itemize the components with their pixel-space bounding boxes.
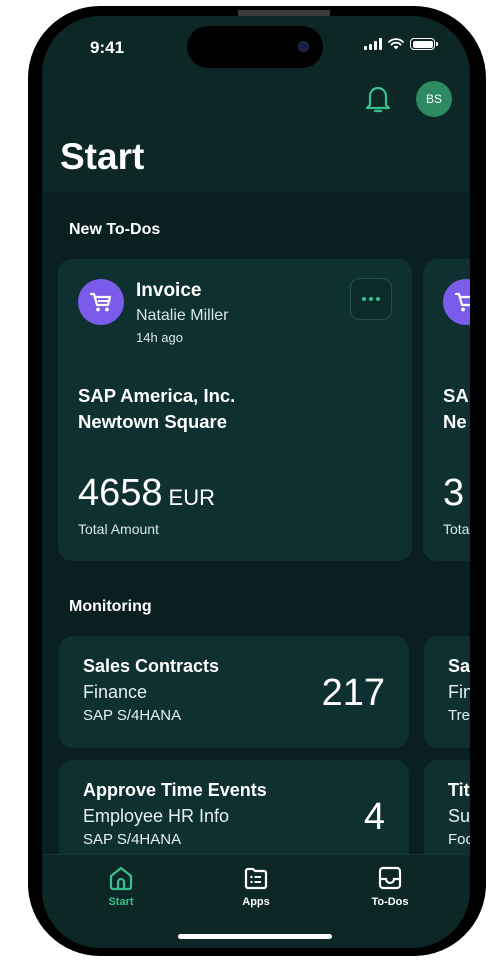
cart-badge (78, 279, 124, 325)
todo-card-invoice[interactable]: Invoice Natalie Miller 14h ago SAP Ameri… (58, 259, 412, 561)
tab-todos[interactable]: To-Dos (345, 865, 435, 908)
camera-icon (298, 41, 309, 52)
monitoring-source: Tre (448, 707, 470, 724)
amount-label: Total Amount (78, 521, 159, 537)
monitoring-count: 217 (321, 672, 385, 714)
monitoring-count: 4 (363, 796, 385, 838)
todo-title: Invoice (136, 280, 202, 301)
battery-icon (410, 38, 438, 50)
peek-company-line2: Ne (443, 411, 467, 432)
peek-company-line1: SA (443, 385, 469, 406)
monitoring-card-peek-1[interactable]: Sa Fin Tre (424, 636, 470, 748)
notification-bell-icon[interactable] (364, 84, 392, 114)
dynamic-island (187, 26, 323, 68)
signal-icon (364, 38, 382, 50)
peek-amount: 3 (443, 472, 465, 514)
todos-section-title: New To-Dos (69, 221, 161, 238)
shopping-cart-icon (454, 292, 470, 312)
app-screen: 9:41 BS Start New To-Dos Invoice Natalie… (42, 16, 470, 948)
tab-label: To-Dos (371, 896, 409, 908)
monitoring-title: Sales Contracts (83, 656, 220, 676)
tab-label: Apps (242, 896, 270, 908)
status-icons (364, 38, 438, 50)
user-avatar[interactable]: BS (416, 81, 452, 117)
monitoring-section-title: Monitoring (69, 598, 152, 615)
more-options-button[interactable] (350, 278, 392, 320)
home-indicator[interactable] (178, 934, 332, 939)
cart-badge (443, 279, 470, 325)
more-dot-icon (369, 297, 373, 301)
monitoring-subtitle: Su (448, 806, 470, 826)
todo-company: SAP America, Inc. Newtown Square (78, 383, 235, 435)
monitoring-card-sales-contracts[interactable]: Sales Contracts Finance SAP S/4HANA 217 (59, 636, 409, 748)
page-title: Start (60, 136, 145, 177)
monitoring-subtitle: Finance (83, 682, 148, 702)
inbox-icon (378, 866, 402, 890)
amount-value: 4658 (78, 472, 163, 514)
monitoring-source: SAP S/4HANA (83, 831, 182, 848)
amount-currency: EUR (168, 485, 215, 510)
status-time: 9:41 (90, 38, 125, 57)
more-dot-icon (376, 297, 380, 301)
monitoring-subtitle: Fin (448, 682, 470, 702)
todo-person: Natalie Miller (136, 307, 229, 324)
tab-start[interactable]: Start (76, 865, 166, 908)
shopping-cart-icon (89, 292, 112, 312)
monitoring-title: Sa (448, 656, 470, 676)
todo-amount: 4658 EUR (78, 472, 215, 515)
company-name: SAP America, Inc. (78, 385, 236, 406)
monitoring-source: Foo (448, 831, 470, 848)
tab-label: Start (108, 896, 134, 908)
home-icon (109, 866, 133, 891)
tab-apps[interactable]: Apps (211, 865, 301, 908)
monitoring-title: Approve Time Events (83, 780, 267, 800)
todo-time: 14h ago (136, 330, 183, 345)
todo-card-peek[interactable]: SA Ne 3 Tota (423, 259, 470, 561)
apps-icon (244, 867, 268, 890)
monitoring-subtitle: Employee HR Info (83, 806, 230, 826)
wifi-icon (388, 38, 404, 50)
monitoring-title: Tit (448, 780, 470, 800)
monitoring-source: SAP S/4HANA (83, 707, 182, 724)
company-location: Newtown Square (78, 411, 228, 432)
more-dot-icon (362, 297, 366, 301)
peek-amount-label: Tota (443, 521, 470, 537)
